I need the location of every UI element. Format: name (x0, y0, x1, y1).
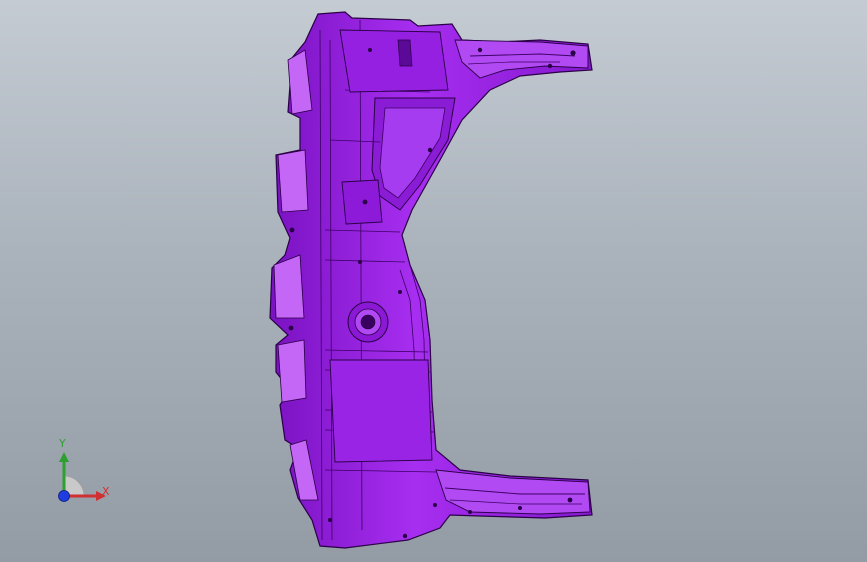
graphics-viewport[interactable]: Y X (0, 0, 867, 562)
left-tab-4 (277, 339, 307, 403)
orientation-triad: Y X (40, 436, 130, 516)
y-axis-label: Y (59, 437, 66, 450)
sheet-metal-part-model[interactable] (0, 0, 867, 562)
x-axis-label: X (102, 485, 110, 498)
boss-hole (360, 314, 376, 330)
mid-bracket (341, 179, 383, 225)
left-tab-2 (277, 149, 309, 213)
left-tab-3 (273, 254, 305, 319)
part-outline (269, 11, 593, 549)
upper-frame-block (339, 29, 449, 93)
upper-frame-slot (397, 39, 413, 67)
lower-pan (329, 359, 433, 463)
triad-graphic (58, 452, 106, 502)
